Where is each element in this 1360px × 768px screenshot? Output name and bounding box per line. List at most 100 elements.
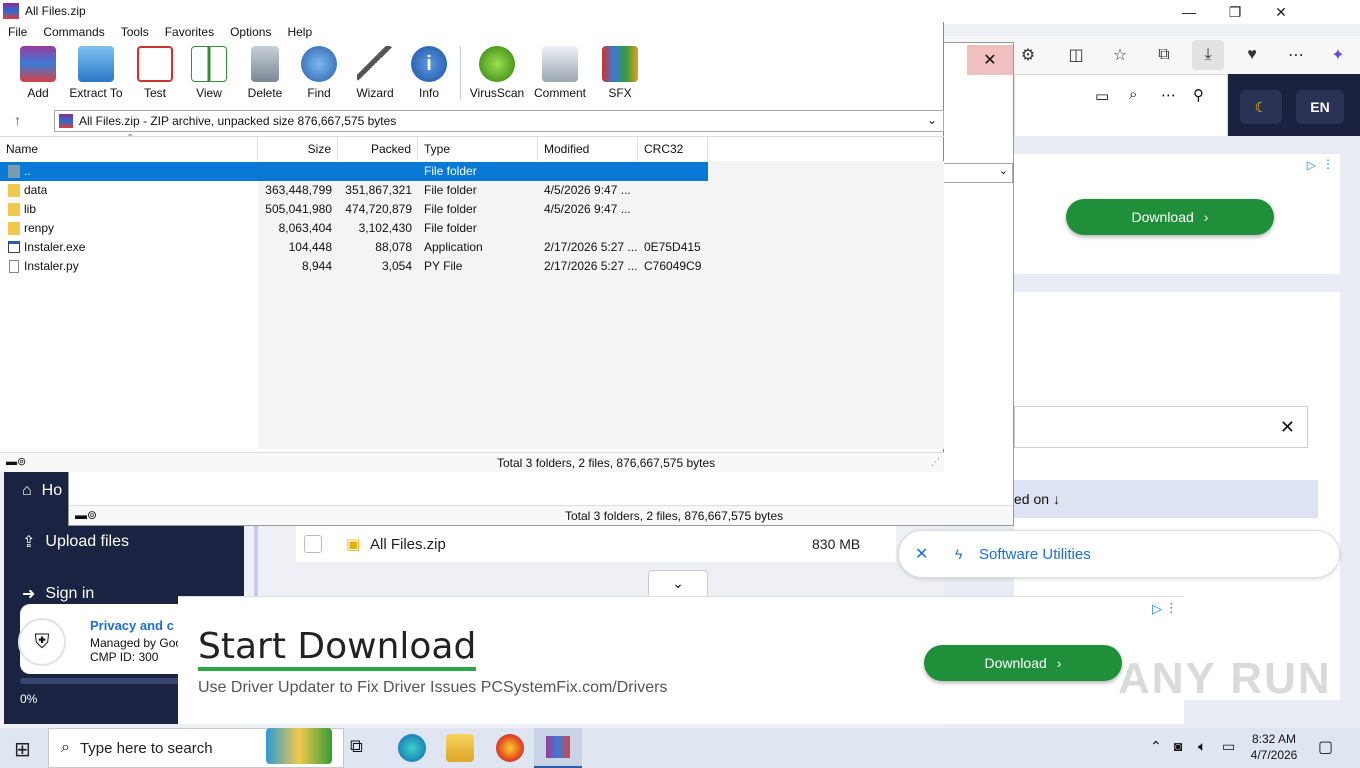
sfx-button[interactable]: SFX (592, 46, 648, 102)
menu-options[interactable]: Options (222, 25, 279, 39)
chevron-up-icon[interactable]: ⌃ (1150, 738, 1162, 755)
text-file-icon (9, 260, 19, 273)
collapse-ad-button[interactable]: ⌄ (648, 570, 708, 596)
table-row[interactable]: renpy 8,063,404 3,102,430 File folder (0, 219, 708, 238)
pin-icon[interactable]: ⚲ (1193, 86, 1204, 104)
table-row[interactable]: lib 505,041,980 474,720,879 File folder … (0, 200, 708, 219)
language-button[interactable]: EN (1296, 90, 1344, 124)
menu-tools[interactable]: Tools (113, 25, 157, 39)
clock[interactable]: 8:32 AM 4/7/2026 (1244, 731, 1304, 763)
privacy-title: Privacy and c (90, 618, 174, 633)
delete-button[interactable]: Delete (237, 46, 293, 102)
menu-commands[interactable]: Commands (35, 25, 112, 39)
chevron-down-icon[interactable]: ⌄ (927, 113, 937, 127)
signin-icon: ➜ (22, 586, 36, 603)
dark-mode-icon[interactable]: ☾ (1240, 90, 1282, 124)
privacy-popup[interactable]: ⛨ Privacy and c Managed by Goo CMP ID: 3… (18, 604, 190, 674)
menu-favorites[interactable]: Favorites (157, 25, 222, 39)
table-row[interactable]: Instaler.py 8,944 3,054 PY File 2/17/202… (0, 257, 708, 276)
wizard-button[interactable]: Wizard (347, 46, 403, 102)
network-icon[interactable]: ▭ (1222, 738, 1235, 755)
toolbar-separator (460, 46, 461, 100)
clock-date: 4/7/2026 (1250, 748, 1298, 762)
virusscan-button[interactable]: VirusScan (469, 46, 525, 102)
search-field[interactable]: ✕ (1014, 406, 1308, 448)
meet-now-icon[interactable]: ◙ (1174, 738, 1182, 754)
resize-grip-icon[interactable]: ⋰ (931, 457, 940, 468)
more-options-icon[interactable]: ⋯ (1161, 86, 1176, 104)
close-icon[interactable]: ✕ (915, 544, 928, 564)
path-bar[interactable]: All Files.zip - ZIP archive, unpacked si… (54, 110, 944, 132)
search-icon[interactable]: ⌕ (1129, 86, 1137, 103)
download-button-top[interactable]: Download › (1066, 199, 1274, 235)
row-type: Application (424, 240, 483, 254)
winrar-taskbar-button[interactable] (534, 728, 582, 768)
nav-upload[interactable]: ⇪ Upload files (22, 532, 129, 552)
add-button[interactable]: Add (10, 46, 66, 102)
drive-icon[interactable]: ▬⊚ (6, 455, 26, 468)
magic-wand-icon (357, 46, 393, 82)
ad-menu-icon[interactable]: ⋮ (1322, 157, 1334, 171)
sort-bar[interactable]: ed on ↓ (1014, 480, 1318, 518)
file-checkbox[interactable] (304, 535, 322, 553)
sfx-label: SFX (608, 86, 632, 100)
adchoices-icon[interactable]: ▷ (1307, 158, 1316, 172)
more-icon[interactable]: ⋯ (1280, 40, 1312, 70)
table-row[interactable]: data 363,448,799 351,867,321 File folder… (0, 181, 708, 200)
extract-to-button[interactable]: Extract To (68, 46, 124, 102)
col-size[interactable]: Size (258, 137, 338, 161)
table-row[interactable]: Instaler.exe 104,448 88,078 Application … (0, 238, 708, 257)
col-packed[interactable]: Packed (338, 137, 418, 161)
maximize-button[interactable]: ❐ (1212, 0, 1258, 24)
ad-title[interactable]: Start Download (198, 627, 477, 671)
puzzle-widget-icon[interactable] (266, 728, 332, 764)
clear-icon[interactable]: ✕ (1280, 417, 1295, 438)
ad-subtitle[interactable]: Use Driver Updater to Fix Driver Issues … (198, 679, 667, 697)
menu-file[interactable]: File (0, 25, 35, 39)
table-row-parent[interactable]: .. File folder (0, 162, 708, 181)
file-explorer-icon[interactable] (446, 734, 474, 762)
up-arrow-icon[interactable]: ↑ (14, 112, 21, 128)
menu-help[interactable]: Help (279, 25, 320, 39)
firefox-icon[interactable] (496, 734, 524, 762)
extensions-icon[interactable]: ⚙ (1012, 40, 1044, 70)
browser-titlebar: — ❐ ✕ (944, 0, 1360, 24)
ad-menu-icon[interactable]: ⋮ (1165, 600, 1178, 616)
col-crc32[interactable]: CRC32 (638, 137, 708, 161)
watermark-logo: ANY RUN (1118, 654, 1332, 703)
task-view-icon[interactable]: ⧉ (350, 736, 363, 757)
test-button[interactable]: Test (127, 46, 183, 102)
volume-icon[interactable]: 🔈︎ (1198, 738, 1206, 755)
comment-button[interactable]: Comment (532, 46, 588, 102)
file-row[interactable]: ▣ All Files.zip 830 MB (296, 526, 896, 562)
notification-icon[interactable]: ▢ (1318, 737, 1333, 757)
delete-label: Delete (247, 86, 283, 100)
row-name: lib (24, 202, 37, 216)
info-button[interactable]: i Info (401, 46, 457, 102)
folder-icon[interactable]: ▭ (1095, 87, 1109, 105)
col-name[interactable]: Name (0, 137, 258, 161)
nav-home[interactable]: ⌂ Ho (22, 482, 62, 500)
favorites-icon[interactable]: ☆ (1104, 40, 1136, 70)
col-modified[interactable]: Modified (538, 137, 638, 161)
adchoices-icon[interactable]: ▷ (1152, 601, 1162, 617)
downloads-icon[interactable]: ⤓ (1192, 40, 1224, 70)
view-button[interactable]: View (181, 46, 237, 102)
edge-icon[interactable] (398, 734, 426, 762)
nav-signin[interactable]: ➜ Sign in (22, 584, 94, 604)
ad-banner[interactable]: ▷ ⋮ Start Download Use Driver Updater to… (178, 596, 1184, 724)
collections-icon[interactable]: ⧉ (1148, 40, 1180, 70)
windows-start-icon[interactable]: ⊞ (14, 737, 31, 762)
ad-download-button[interactable]: Download › (924, 645, 1122, 681)
close-button[interactable]: ✕ (1258, 0, 1304, 24)
extract-label: Extract To (69, 86, 123, 100)
col-type[interactable]: Type (418, 137, 538, 161)
split-screen-icon[interactable]: ◫ (1060, 40, 1092, 70)
minimize-button[interactable]: — (1166, 0, 1212, 24)
health-icon[interactable]: ♥ (1236, 40, 1268, 70)
path-dropdown-chevron-icon[interactable]: ⌄ (943, 163, 1013, 183)
copilot-icon[interactable]: ✦ (1322, 40, 1354, 70)
find-button[interactable]: Find (291, 46, 347, 102)
category-chip[interactable]: ✕ ϟ Software Utilities (898, 530, 1340, 578)
close-button[interactable]: ✕ (967, 45, 1013, 75)
